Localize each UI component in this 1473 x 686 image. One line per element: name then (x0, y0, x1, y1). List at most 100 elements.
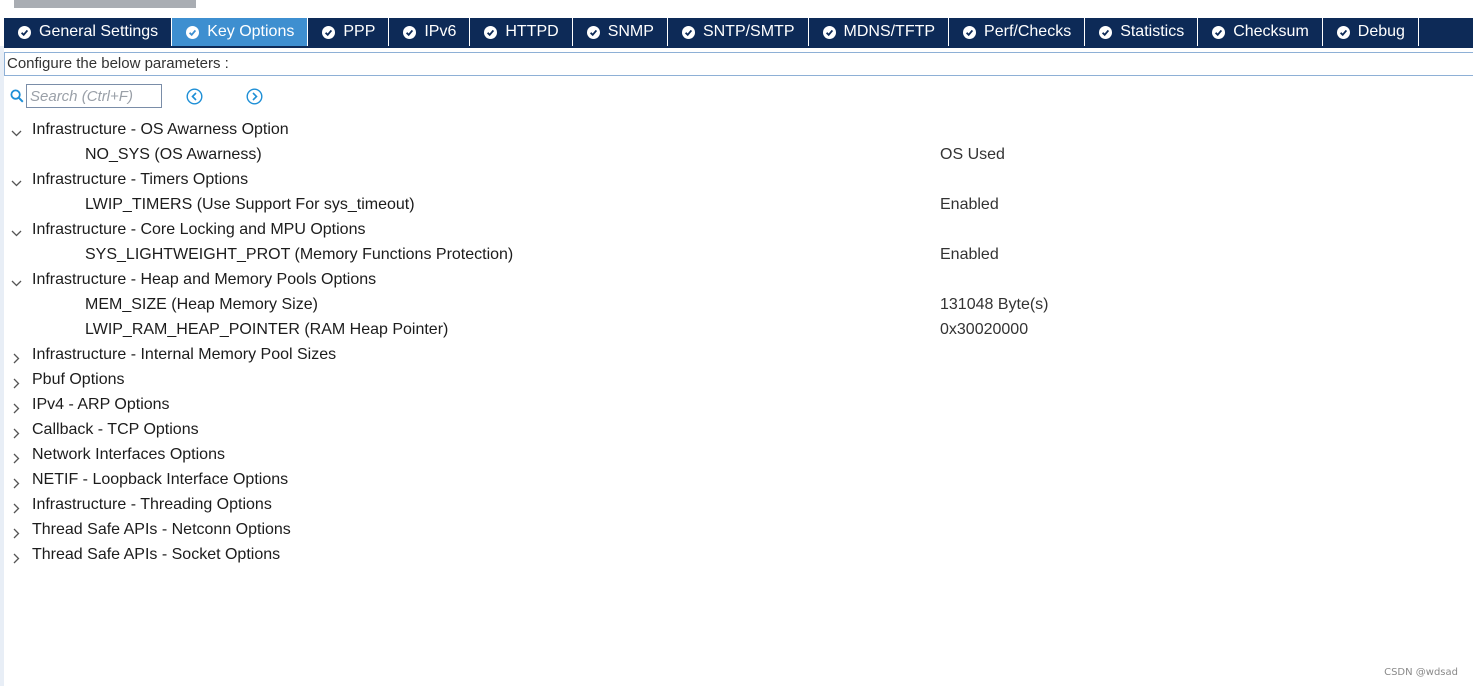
configure-instruction: Configure the below parameters : (4, 52, 1473, 76)
chevron-right-icon[interactable] (10, 473, 23, 489)
tab-debug[interactable]: Debug (1323, 18, 1419, 46)
check-circle-icon (681, 25, 695, 39)
tree-category-label: Infrastructure - Timers Options (32, 171, 249, 188)
chevron-right-circle-icon[interactable] (246, 88, 263, 105)
tree-category[interactable]: Infrastructure - Heap and Memory Pools O… (0, 267, 1473, 292)
tab-label: MDNS/TFTP (843, 23, 936, 40)
tab-bar: General Settings Key Options PPP IPv6 HTTPD S… (4, 18, 1473, 48)
tree-category-label: Infrastructure - Threading Options (32, 496, 272, 513)
tab-general-settings[interactable]: General Settings (4, 18, 173, 46)
chevron-right-icon[interactable] (10, 373, 23, 389)
tree-category-label: Pbuf Options (32, 371, 125, 388)
tree-category[interactable]: Thread Safe APIs - Socket Options (0, 542, 1473, 567)
tab-key-options[interactable]: Key Options (172, 18, 309, 46)
tree-category[interactable]: Infrastructure - Core Locking and MPU Op… (0, 217, 1473, 242)
check-circle-icon (1099, 25, 1113, 39)
tree-category[interactable]: Callback - TCP Options (0, 417, 1473, 442)
chevron-right-icon[interactable] (10, 448, 23, 464)
tab-sntp-smtp[interactable]: SNTP/SMTP (668, 18, 809, 46)
chevron-right-icon[interactable] (10, 523, 23, 539)
watermark: CSDN @wdsad (1384, 667, 1458, 678)
parameter-name: NO_SYS (OS Awarness) (85, 146, 262, 163)
chevron-left-circle-icon[interactable] (186, 88, 203, 105)
tree-category[interactable]: Thread Safe APIs - Netconn Options (0, 517, 1473, 542)
tree-category-label: NETIF - Loopback Interface Options (32, 471, 289, 488)
check-circle-icon (18, 25, 31, 39)
parameter-row[interactable]: LWIP_TIMERS (Use Support For sys_timeout… (0, 192, 1473, 217)
tree-category[interactable]: Infrastructure - Timers Options (0, 167, 1473, 192)
tab-label: HTTPD (505, 23, 559, 40)
chevron-right-icon[interactable] (10, 423, 23, 439)
tree-category[interactable]: NETIF - Loopback Interface Options (0, 467, 1473, 492)
search-icon[interactable] (10, 89, 24, 103)
parameter-name: LWIP_RAM_HEAP_POINTER (RAM Heap Pointer) (85, 321, 449, 338)
tab-httpd[interactable]: HTTPD (470, 18, 573, 46)
check-circle-icon (322, 25, 336, 39)
tab-checksum[interactable]: Checksum (1198, 18, 1323, 46)
tab-label: Debug (1357, 23, 1405, 40)
tab-label: Checksum (1233, 23, 1309, 40)
tab-label: General Settings (39, 23, 159, 40)
tab-label: Key Options (207, 23, 295, 40)
chevron-right-icon[interactable] (10, 348, 23, 364)
tree-category-label: Callback - TCP Options (32, 421, 199, 438)
tree-category-label: IPv4 - ARP Options (32, 396, 170, 413)
parameter-value[interactable]: 0x30020000 (940, 317, 1028, 342)
tab-ppp[interactable]: PPP (308, 18, 390, 46)
tree-category[interactable]: Infrastructure - Internal Memory Pool Si… (0, 342, 1473, 367)
tree-category-label: Infrastructure - Heap and Memory Pools O… (32, 271, 377, 288)
parameter-tree: Infrastructure - OS Awarness Option NO_SY… (0, 117, 1473, 567)
parameter-name: SYS_LIGHTWEIGHT_PROT (Memory Functions P… (85, 246, 514, 263)
tree-category-label: Network Interfaces Options (32, 446, 225, 463)
tab-mdns-tftp[interactable]: MDNS/TFTP (809, 18, 950, 46)
parameter-row[interactable]: MEM_SIZE (Heap Memory Size) 131048 Byte(s… (0, 292, 1473, 317)
tab-label: SNTP/SMTP (702, 23, 795, 40)
chevron-down-icon[interactable] (10, 273, 23, 287)
tree-category[interactable]: Infrastructure - Threading Options (0, 492, 1473, 517)
top-strip (0, 0, 1473, 18)
parameter-name: LWIP_TIMERS (Use Support For sys_timeout… (85, 196, 415, 213)
tree-category-label: Thread Safe APIs - Socket Options (32, 546, 281, 563)
chevron-right-icon[interactable] (10, 498, 23, 514)
tree-category[interactable]: IPv4 - ARP Options (0, 392, 1473, 417)
chevron-down-icon[interactable] (10, 123, 23, 137)
search-input[interactable] (26, 84, 162, 108)
parameter-row[interactable]: NO_SYS (OS Awarness) OS Used (0, 142, 1473, 167)
tree-category[interactable]: Infrastructure - OS Awarness Option (0, 117, 1473, 142)
tree-category[interactable]: Pbuf Options (0, 367, 1473, 392)
check-circle-icon (403, 25, 417, 39)
tab-label: PPP (343, 23, 376, 40)
tab-label: SNMP (607, 23, 654, 40)
tab-label: Perf/Checks (984, 23, 1072, 40)
tab-label: Statistics (1120, 23, 1185, 40)
parameter-value[interactable]: Enabled (940, 242, 999, 267)
tab-ipv6[interactable]: IPv6 (389, 18, 471, 46)
check-circle-icon (186, 25, 200, 39)
tab-statistics[interactable]: Statistics (1085, 18, 1199, 46)
check-circle-icon (822, 25, 836, 39)
parameter-value[interactable]: OS Used (940, 142, 1005, 167)
chevron-down-icon[interactable] (10, 223, 23, 237)
parameter-name: MEM_SIZE (Heap Memory Size) (85, 296, 318, 313)
tab-perf-checks[interactable]: Perf/Checks (949, 18, 1086, 46)
check-circle-icon (963, 25, 977, 39)
tab-snmp[interactable]: SNMP (573, 18, 668, 46)
parameter-value[interactable]: Enabled (940, 192, 999, 217)
check-circle-icon (1212, 25, 1226, 39)
parameter-row[interactable]: LWIP_RAM_HEAP_POINTER (RAM Heap Pointer)… (0, 317, 1473, 342)
check-circle-icon (484, 25, 498, 39)
parameter-row[interactable]: SYS_LIGHTWEIGHT_PROT (Memory Functions P… (0, 242, 1473, 267)
chevron-right-icon[interactable] (10, 548, 23, 564)
check-circle-icon (1336, 25, 1350, 39)
partially-hidden-tab[interactable] (14, 0, 196, 8)
tab-label: IPv6 (424, 23, 457, 40)
chevron-right-icon[interactable] (10, 398, 23, 414)
parameter-value[interactable]: 131048 Byte(s) (940, 292, 1049, 317)
tree-category-label: Infrastructure - OS Awarness Option (32, 121, 289, 138)
tree-category-label: Thread Safe APIs - Netconn Options (32, 521, 291, 538)
tree-category[interactable]: Network Interfaces Options (0, 442, 1473, 467)
tree-category-label: Infrastructure - Internal Memory Pool Si… (32, 346, 337, 363)
check-circle-icon (586, 25, 600, 39)
tree-category-label: Infrastructure - Core Locking and MPU Op… (32, 221, 366, 238)
chevron-down-icon[interactable] (10, 173, 23, 187)
